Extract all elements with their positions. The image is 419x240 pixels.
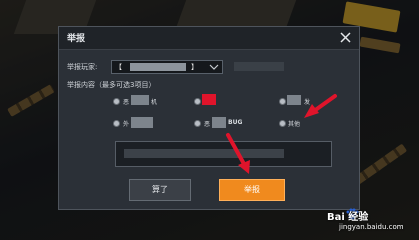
report-submit-button[interactable]: 举报	[219, 179, 285, 201]
redacted-text	[131, 117, 153, 128]
radio-button[interactable]	[279, 120, 286, 127]
redacted-text	[212, 117, 226, 128]
radio-button[interactable]	[194, 120, 201, 127]
redacted-field	[234, 62, 284, 71]
player-label: 举报玩家:	[67, 63, 98, 71]
cancel-button[interactable]: 算了	[129, 179, 191, 201]
watermark-url: jingyan.baidu.com	[339, 223, 404, 231]
watermark: Bai 经验 jingyan.baidu.com	[323, 206, 413, 236]
watermark-logo: Bai 经验	[327, 212, 369, 223]
redacted-text	[124, 149, 284, 158]
radio-button[interactable]	[279, 98, 286, 105]
report-description-input[interactable]	[115, 141, 332, 167]
radio-button[interactable]	[113, 98, 120, 105]
radio-button[interactable]	[113, 120, 120, 127]
dialog-titlebar: 举报	[59, 27, 359, 50]
player-value-suffix: 】	[191, 63, 198, 71]
redacted-text	[287, 95, 301, 105]
red-highlight	[202, 94, 216, 105]
dialog-title: 举报	[67, 34, 86, 44]
chevron-down-icon	[209, 64, 219, 70]
player-value: 【	[115, 63, 122, 71]
redacted-player-name	[130, 63, 186, 71]
player-select[interactable]: 【 】	[111, 60, 223, 74]
close-icon[interactable]	[337, 29, 354, 46]
report-dialog: 举报 举报玩家: 【 】 举报内容（最多可选3项目） 恶 机 发 外 恶 BUG…	[58, 26, 360, 210]
content-label: 举报内容（最多可选3项目）	[67, 81, 156, 89]
radio-button[interactable]	[194, 98, 201, 105]
redacted-text	[131, 95, 149, 105]
